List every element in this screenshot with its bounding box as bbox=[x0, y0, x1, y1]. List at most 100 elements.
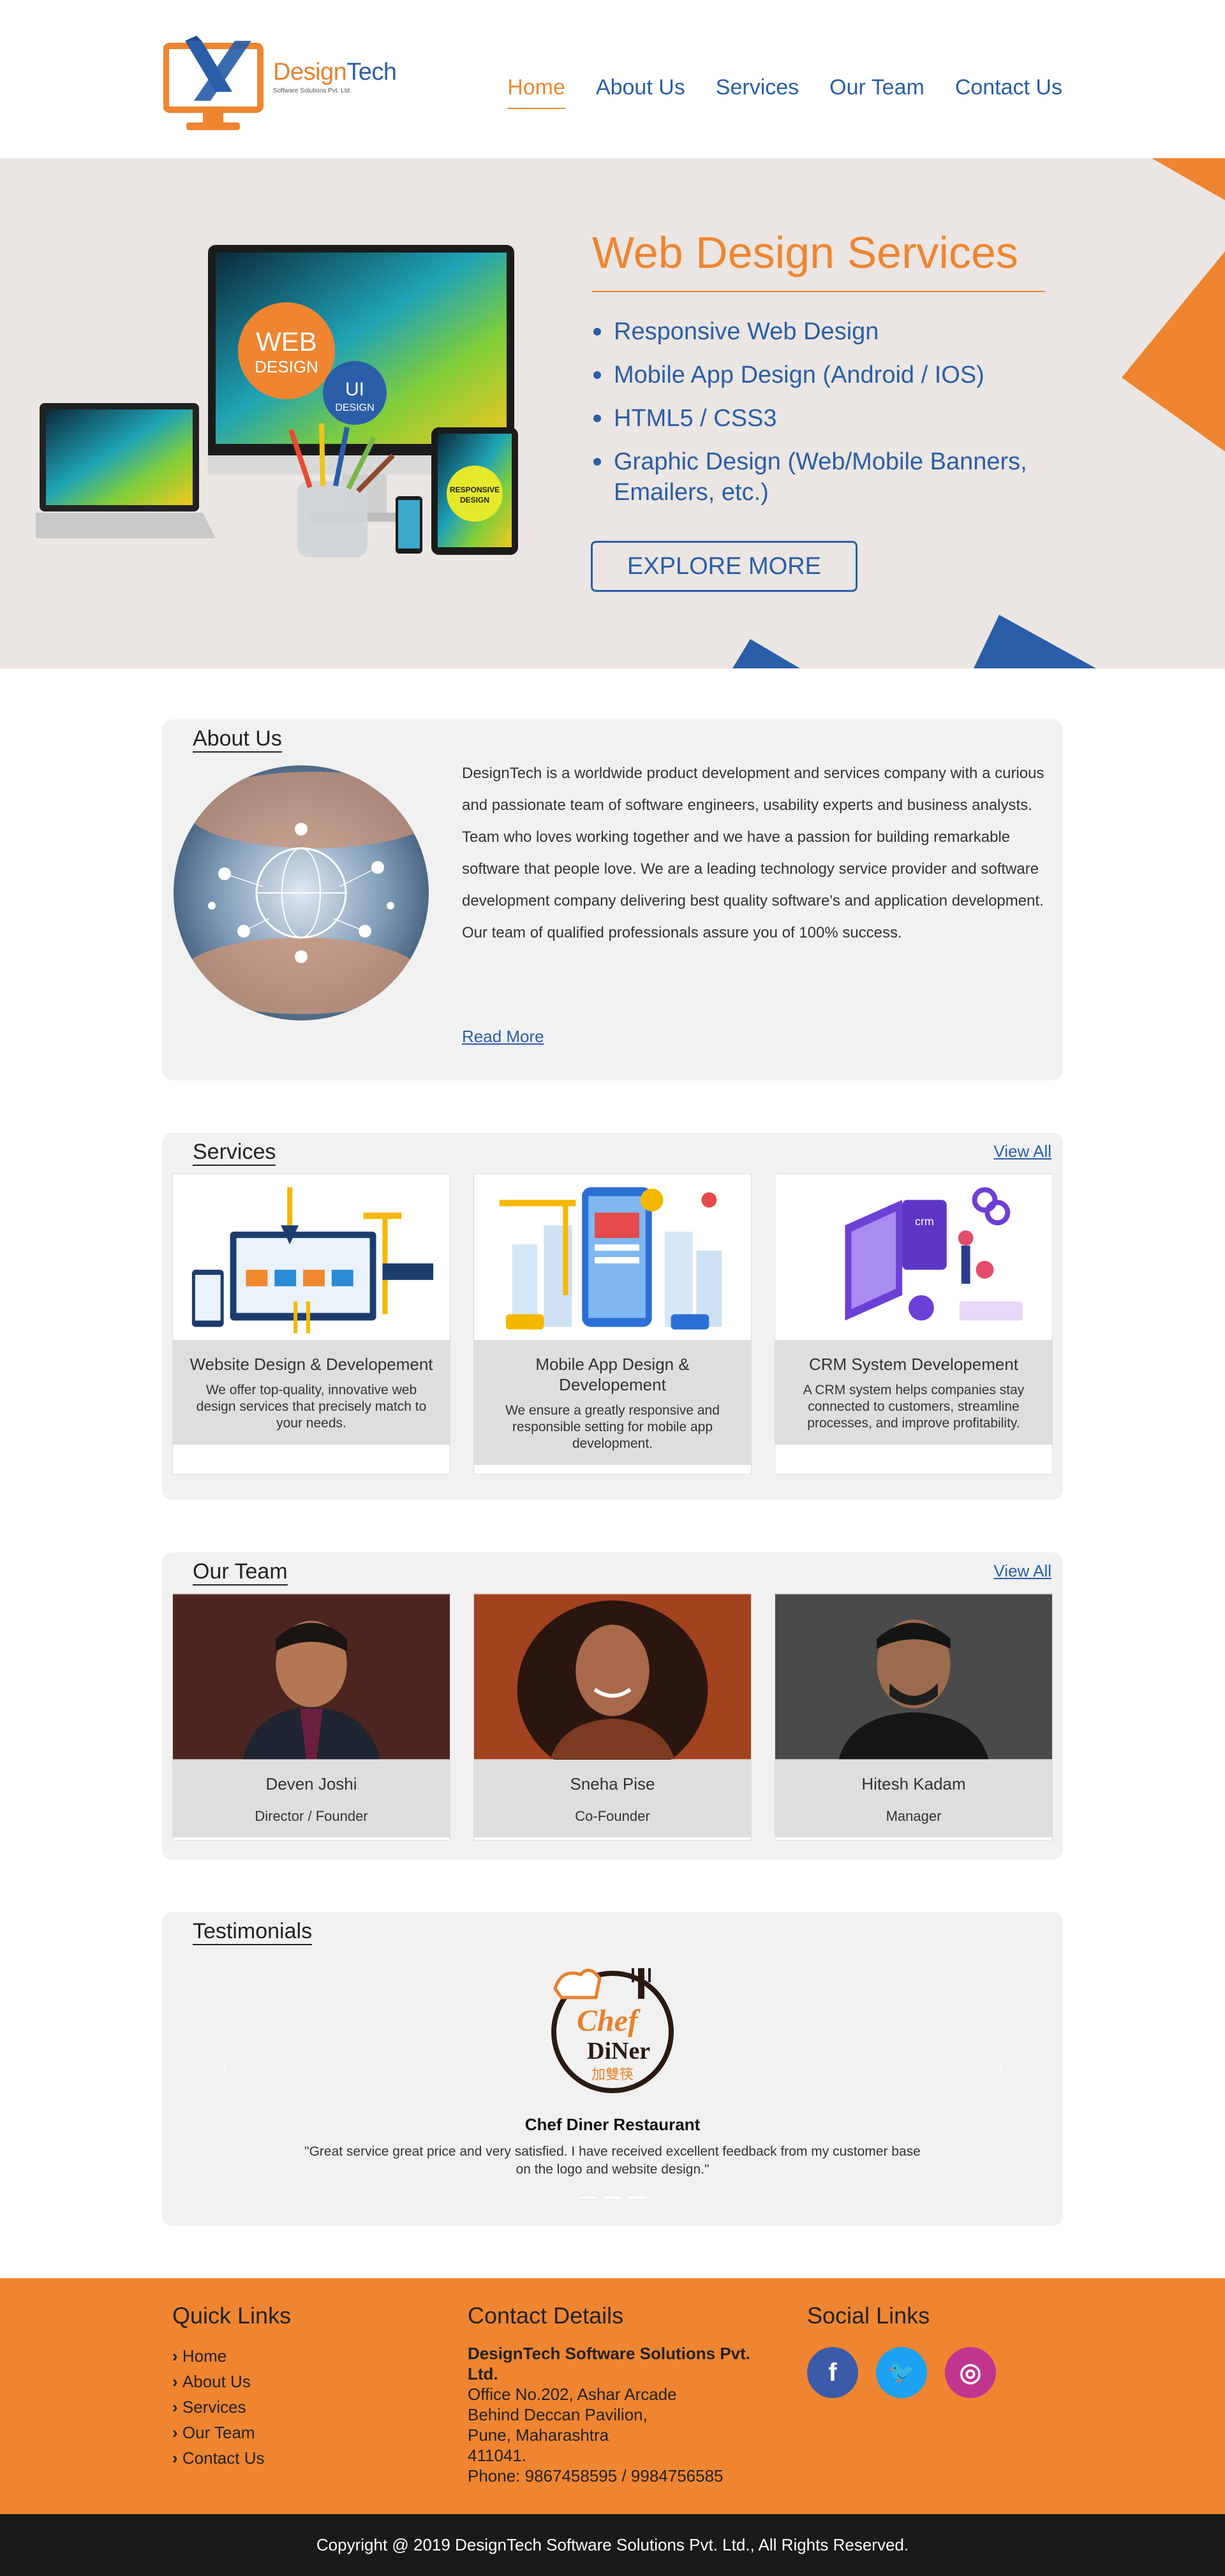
web-badge-text: WEB bbox=[256, 327, 317, 357]
hero-orange-triangle-right bbox=[1122, 251, 1225, 452]
responsive-badge-sub: DESIGN bbox=[460, 496, 489, 504]
team-member-name: Sneha Pise bbox=[570, 1774, 655, 1793]
web-design-illustration bbox=[173, 1174, 450, 1340]
chef-diner-logo: Chef DiNer 加雙筷 bbox=[551, 1968, 674, 2093]
footer-link-about-us[interactable]: About Us bbox=[172, 2369, 291, 2394]
hero-blue-triangle-right bbox=[974, 615, 1096, 668]
contact-address-line: Office No.202, Ashar Arcade bbox=[468, 2385, 677, 2404]
hero-list-item: Mobile App Design (Android / IOS) bbox=[592, 360, 1077, 390]
footer-link-contact-us[interactable]: Contact Us bbox=[172, 2445, 291, 2471]
social-title: Social Links bbox=[807, 2302, 930, 2329]
team-card-body: Hitesh Kadam Manager bbox=[775, 1760, 1052, 1837]
about-section: About Us DesignTech is a worldwide produ… bbox=[162, 719, 1063, 1080]
services-title: Services bbox=[193, 1139, 276, 1166]
service-title: CRM System Developement bbox=[809, 1355, 1018, 1374]
logo-chinese-text: 加雙筷 bbox=[591, 2067, 634, 2083]
hero-orange-triangle-top bbox=[1152, 158, 1225, 200]
testimonial-next-arrow[interactable]: › bbox=[999, 2060, 1003, 2077]
contact-column: Contact Details DesignTech Software Solu… bbox=[468, 2302, 761, 2486]
hero-title: Web Design Services bbox=[592, 228, 1018, 277]
contact-phone: Phone: 9867458595 / 9984756585 bbox=[468, 2466, 724, 2485]
facebook-icon[interactable]: f bbox=[807, 2347, 858, 2398]
carousel-dot[interactable] bbox=[604, 2197, 621, 2198]
hero-list-item: HTML5 / CSS3 bbox=[592, 403, 1077, 434]
about-title: About Us bbox=[193, 726, 282, 753]
team-title: Our Team bbox=[193, 1559, 288, 1586]
team-photo-sneha bbox=[474, 1594, 751, 1760]
hero-services-list: Responsive Web Design Mobile App Design … bbox=[592, 316, 1077, 520]
team-card-body: Deven Joshi Director / Founder bbox=[173, 1760, 450, 1837]
team-member-role: Manager bbox=[886, 1808, 942, 1824]
hero-list-item: Graphic Design (Web/Mobile Banners, Emai… bbox=[592, 446, 1077, 508]
footer-link-our-team[interactable]: Our Team bbox=[172, 2420, 291, 2445]
social-column: Social Links f 🐦 ◎ bbox=[807, 2302, 996, 2398]
nav-about-us[interactable]: About Us bbox=[596, 75, 685, 109]
team-card[interactable]: Deven Joshi Director / Founder bbox=[172, 1593, 450, 1841]
carousel-dot[interactable] bbox=[579, 2197, 597, 2198]
team-member-role: Director / Founder bbox=[255, 1808, 368, 1824]
footer-link-services[interactable]: Services bbox=[172, 2394, 291, 2420]
team-member-role: Co-Founder bbox=[575, 1808, 650, 1824]
service-card-body: Website Design & Developement We offer t… bbox=[173, 1340, 450, 1445]
team-card[interactable]: Sneha Pise Co-Founder bbox=[473, 1593, 752, 1841]
hero-banner: WEB DESIGN UI DESIGN RESPONSIVE DESIGN W… bbox=[0, 158, 1225, 668]
ui-badge-sub: DESIGN bbox=[335, 402, 374, 413]
logo-monitor-icon bbox=[163, 36, 264, 130]
service-description: We ensure a greatly responsive and respo… bbox=[505, 1403, 720, 1451]
mobile-app-illustration bbox=[474, 1174, 751, 1340]
nav-services[interactable]: Services bbox=[716, 75, 799, 109]
service-card-mobile[interactable]: Mobile App Design & Developement We ensu… bbox=[473, 1174, 752, 1475]
logo-text: DesignTech Software Solutions Pvt. Ltd. bbox=[273, 59, 397, 94]
testimonial-prev-arrow[interactable]: ‹ bbox=[222, 2060, 226, 2077]
contact-company: DesignTech Software Solutions Pvt. Ltd. bbox=[468, 2344, 751, 2383]
contact-details: DesignTech Software Solutions Pvt. Ltd. … bbox=[468, 2343, 761, 2486]
copyright-bar: Copyright @ 2019 DesignTech Software Sol… bbox=[0, 2514, 1225, 2576]
logo[interactable]: DesignTech Software Solutions Pvt. Ltd. bbox=[163, 33, 397, 138]
service-description: A CRM system helps companies stay connec… bbox=[803, 1383, 1025, 1431]
testimonials-section: Testimonials Chef DiNer 加雙筷 ‹ › Chef Din… bbox=[162, 1912, 1063, 2226]
service-title: Mobile App Design & Developement bbox=[535, 1355, 690, 1394]
testimonial-name: Chef Diner Restaurant bbox=[524, 2115, 701, 2134]
nav-our-team[interactable]: Our Team bbox=[829, 75, 924, 109]
team-view-all-link[interactable]: View All bbox=[993, 1561, 1051, 1581]
team-card[interactable]: Hitesh Kadam Manager bbox=[775, 1593, 1053, 1841]
instagram-icon[interactable]: ◎ bbox=[945, 2347, 996, 2398]
quick-links-column: Quick Links Home About Us Services Our T… bbox=[172, 2302, 291, 2471]
devices-illustration: WEB DESIGN UI DESIGN RESPONSIVE DESIGN bbox=[36, 245, 518, 557]
team-member-name: Deven Joshi bbox=[265, 1774, 357, 1793]
about-description: DesignTech is a worldwide product develo… bbox=[462, 765, 1044, 941]
explore-more-button[interactable]: EXPLORE MORE bbox=[591, 541, 858, 592]
services-view-all-link[interactable]: View All bbox=[993, 1142, 1051, 1161]
logo-diner-text: DiNer bbox=[587, 2038, 650, 2064]
read-more-link[interactable]: Read More bbox=[462, 1027, 544, 1047]
carousel-dot[interactable] bbox=[628, 2197, 646, 2198]
team-card-body: Sneha Pise Co-Founder bbox=[474, 1760, 751, 1837]
logo-brand-part1: Design bbox=[273, 59, 347, 85]
main-nav: Home About Us Services Our Team Contact … bbox=[507, 75, 1062, 109]
globe-hands-image bbox=[174, 765, 429, 1020]
service-card-web[interactable]: Website Design & Developement We offer t… bbox=[172, 1174, 450, 1475]
service-title: Website Design & Developement bbox=[189, 1355, 433, 1374]
testimonial-dots bbox=[162, 2197, 1063, 2198]
contact-address-line: Pune, Maharashtra bbox=[468, 2425, 609, 2445]
team-member-name: Hitesh Kadam bbox=[861, 1774, 966, 1793]
contact-title: Contact Details bbox=[468, 2302, 624, 2329]
logo-chef-text: Chef bbox=[577, 2004, 641, 2038]
footer-link-home[interactable]: Home bbox=[172, 2343, 291, 2369]
web-badge-sub: DESIGN bbox=[255, 357, 318, 376]
logo-brand-part2: Tech bbox=[346, 59, 397, 85]
quick-links-list: Home About Us Services Our Team Contact … bbox=[172, 2343, 291, 2471]
team-photo-hitesh bbox=[775, 1594, 1052, 1760]
hero-blue-triangle-left bbox=[732, 639, 800, 668]
twitter-icon[interactable]: 🐦 bbox=[876, 2347, 927, 2398]
service-card-crm[interactable]: crm CRM System Developement A CRM system… bbox=[775, 1174, 1053, 1475]
responsive-badge-text: RESPONSIVE bbox=[450, 485, 500, 494]
about-image bbox=[174, 765, 429, 1020]
site-footer: Quick Links Home About Us Services Our T… bbox=[0, 2278, 1225, 2514]
contact-address-line: Behind Deccan Pavilion, bbox=[468, 2405, 648, 2424]
nav-home[interactable]: Home bbox=[507, 75, 565, 109]
nav-contact-us[interactable]: Contact Us bbox=[955, 75, 1062, 109]
crm-illustration: crm bbox=[775, 1174, 1052, 1340]
service-card-body: CRM System Developement A CRM system hel… bbox=[775, 1340, 1052, 1445]
logo-brand: DesignTech bbox=[273, 59, 397, 86]
